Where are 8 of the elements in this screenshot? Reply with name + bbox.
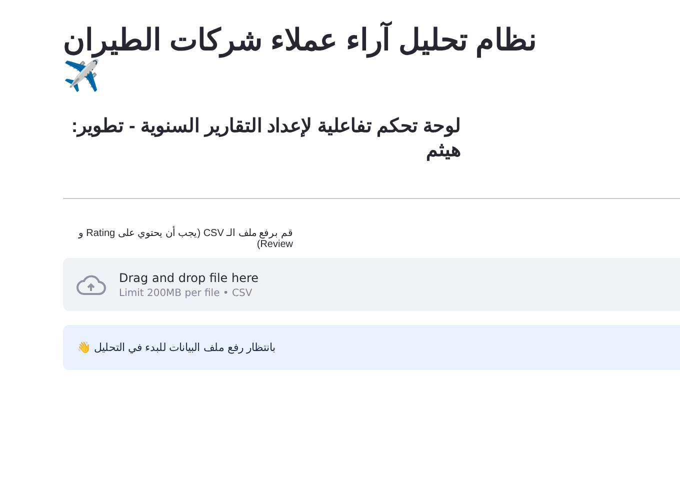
page-title: نظام تحليل آراء عملاء شركات الطيران ✈ bbox=[63, 22, 553, 94]
dropzone-limit: Limit 200MB per file • CSV bbox=[119, 288, 254, 298]
uploader-label: قم برفع ملف الـ CSV (يجب أن يحتوي على Rating و Review) bbox=[63, 227, 293, 250]
dropzone-prompt: Drag and drop file here bbox=[119, 270, 259, 284]
file-dropzone[interactable]: Drag and drop file here Limit 200MB per file • CSV bbox=[63, 258, 680, 311]
cloud-upload-icon bbox=[76, 274, 106, 296]
page-subtitle: لوحة تحكم تفاعلية لإعداد التقارير السنوية - تطوير: هيثم bbox=[70, 115, 461, 162]
info-message: بانتظار رفع ملف البيانات للبدء في التحليل 👋 bbox=[77, 341, 276, 354]
